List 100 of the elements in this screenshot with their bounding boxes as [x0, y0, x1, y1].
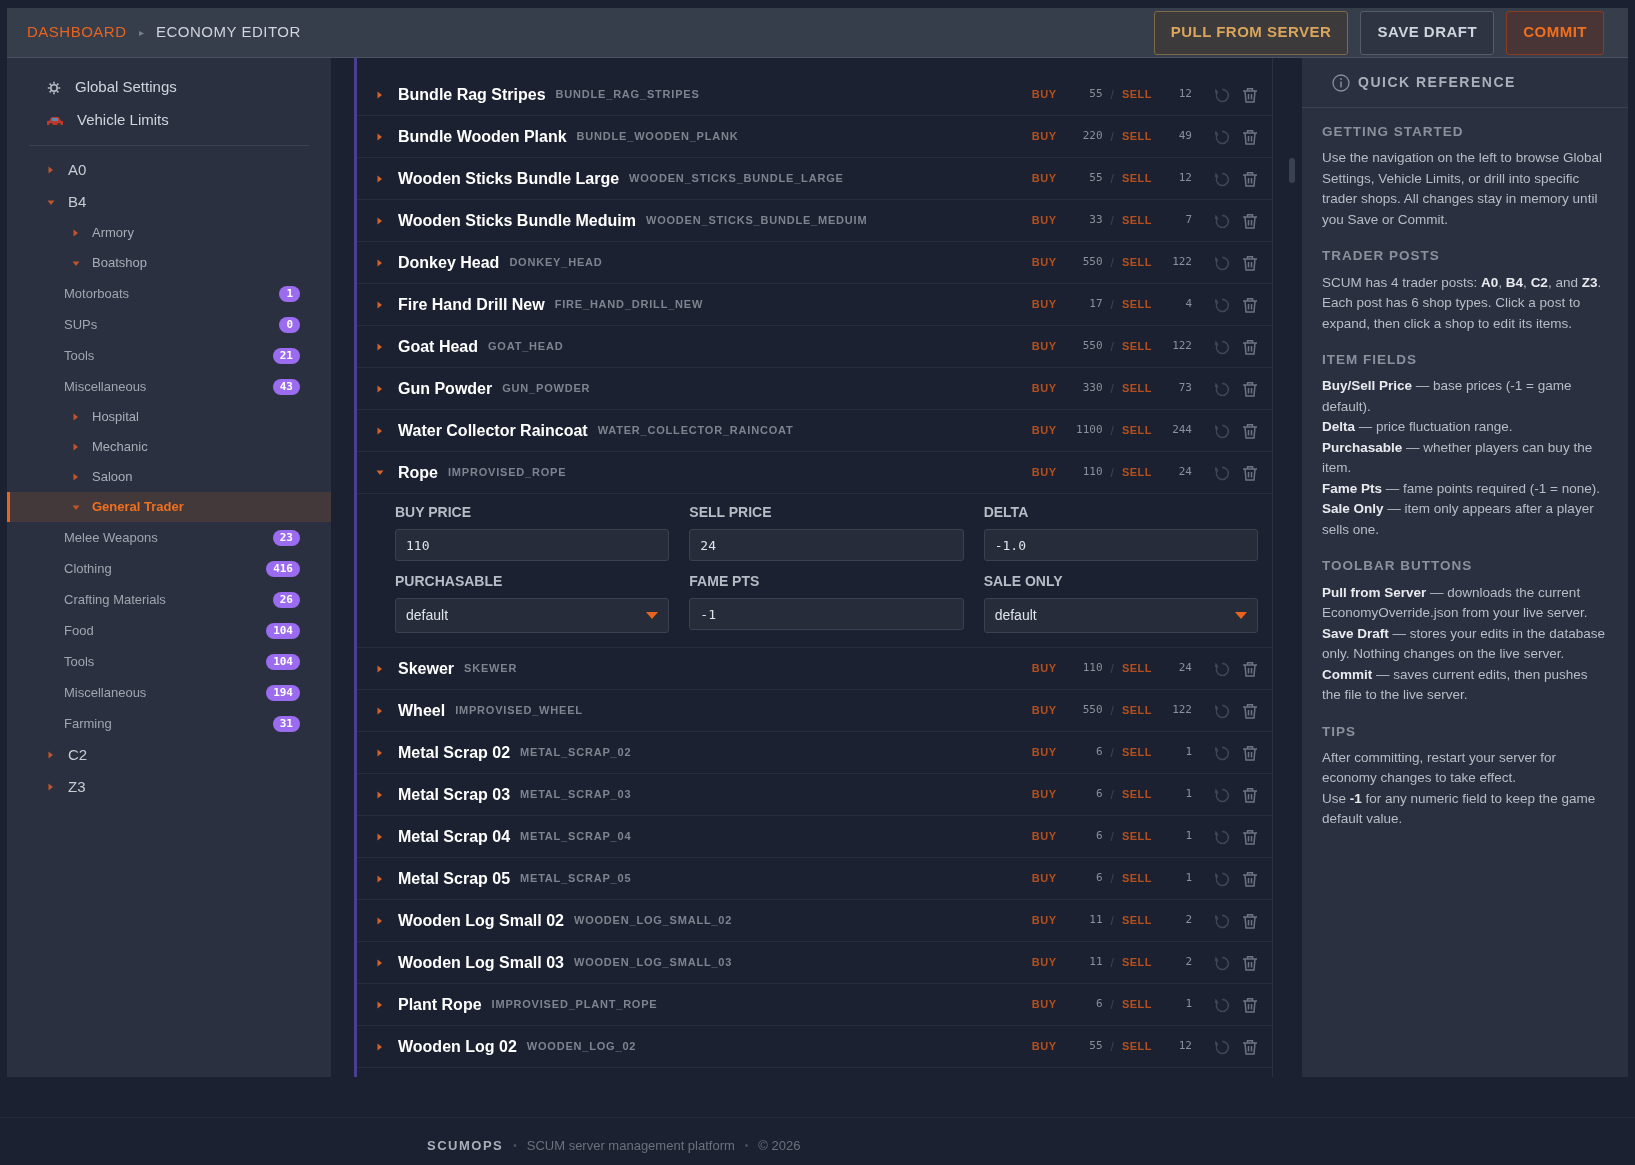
reset-button[interactable] — [1214, 422, 1230, 439]
reset-button[interactable] — [1214, 744, 1230, 761]
item-name: Metal Scrap 03 — [398, 784, 511, 805]
input-field[interactable]: 24 — [689, 529, 964, 561]
trader-post[interactable]: C2 — [7, 739, 331, 771]
pull-button[interactable]: PULL FROM SERVER — [1153, 10, 1349, 55]
input-field[interactable]: 110 — [395, 529, 670, 561]
reset-button[interactable] — [1214, 954, 1230, 971]
category-item[interactable]: Motorboats 1 — [7, 278, 331, 309]
delete-button[interactable] — [1242, 338, 1258, 355]
delete-button[interactable] — [1242, 380, 1258, 397]
delete-button[interactable] — [1242, 1038, 1258, 1055]
item-row[interactable]: Wooden Sticks Bundle Large WOODEN_STICKS_BUNDLE_LARGE BUY 55 / SELL 12 — [357, 158, 1272, 200]
reset-button[interactable] — [1214, 464, 1230, 481]
delete-button[interactable] — [1242, 254, 1258, 271]
item-row[interactable]: Bundle Rag Stripes BUNDLE_RAG_STRIPES BUY 55 / SELL 12 — [357, 74, 1272, 116]
reset-button[interactable] — [1214, 254, 1230, 271]
item-row[interactable]: Metal Scrap 05 METAL_SCRAP_05 BUY 6 / SELL 1 — [357, 858, 1272, 900]
delete-button[interactable] — [1242, 828, 1258, 845]
delete-button[interactable] — [1242, 870, 1258, 887]
shop-item[interactable]: Saloon — [7, 462, 331, 492]
item-row[interactable]: Donkey Head DONKEY_HEAD BUY 550 / SELL 122 — [357, 242, 1272, 284]
reset-button[interactable] — [1214, 786, 1230, 803]
reset-button[interactable] — [1214, 912, 1230, 929]
reset-button[interactable] — [1214, 380, 1230, 397]
scrollbar-thumb[interactable] — [1289, 158, 1295, 183]
shop-item[interactable]: Mechanic — [7, 432, 331, 462]
item-row[interactable]: Rope IMPROVISED_ROPE BUY 110 / SELL 24 — [357, 452, 1272, 494]
category-item[interactable]: Food 104 — [7, 615, 331, 646]
reset-button[interactable] — [1214, 996, 1230, 1013]
category-item[interactable]: Tools 104 — [7, 646, 331, 677]
category-item[interactable]: Crafting Materials 26 — [7, 584, 331, 615]
nav-item[interactable]: Global Settings — [7, 71, 331, 104]
delete-button[interactable] — [1242, 464, 1258, 481]
reset-button[interactable] — [1214, 296, 1230, 313]
item-row[interactable]: Metal Scrap 02 METAL_SCRAP_02 BUY 6 / SELL 1 — [357, 732, 1272, 774]
category-item[interactable]: Melee Weapons 23 — [7, 522, 331, 553]
reset-button[interactable] — [1214, 828, 1230, 845]
reset-button[interactable] — [1214, 660, 1230, 677]
item-row[interactable]: Water Collector Raincoat WATER_COLLECTOR_RAINCOAT BUY 1100 / SELL 244 — [357, 410, 1272, 452]
delete-button[interactable] — [1242, 744, 1258, 761]
reset-button[interactable] — [1214, 338, 1230, 355]
delete-button[interactable] — [1242, 660, 1258, 677]
delete-button[interactable] — [1242, 296, 1258, 313]
reset-icon — [1214, 912, 1230, 929]
save-button[interactable]: SAVE DRAFT — [1360, 10, 1495, 55]
dropdown[interactable]: default — [395, 598, 670, 633]
commit-button[interactable]: COMMIT — [1506, 10, 1604, 55]
delete-button[interactable] — [1242, 128, 1258, 145]
category-item[interactable]: SUPs 0 — [7, 309, 331, 340]
shop-item[interactable]: Boatshop — [7, 248, 331, 278]
item-name: Wooden Log 02 — [398, 1036, 517, 1057]
shop-item[interactable]: General Trader — [7, 492, 331, 522]
category-label: Miscellaneous — [64, 683, 147, 702]
dropdown[interactable]: default — [983, 598, 1258, 633]
shop-item[interactable]: Armory — [7, 218, 331, 248]
item-row[interactable]: Skewer SKEWER BUY 110 / SELL 24 — [357, 648, 1272, 690]
category-item[interactable]: Farming 31 — [7, 708, 331, 739]
reset-button[interactable] — [1214, 212, 1230, 229]
item-row[interactable]: Goat Head GOAT_HEAD BUY 550 / SELL 122 — [357, 326, 1272, 368]
delete-button[interactable] — [1242, 86, 1258, 103]
item-row[interactable]: Fire Hand Drill New FIRE_HAND_DRILL_NEW BUY 17 / SELL 4 — [357, 284, 1272, 326]
reset-button[interactable] — [1214, 1038, 1230, 1055]
item-row[interactable]: Wooden Sticks Bundle Meduim WOODEN_STICKS_BUNDLE_MEDUIM BUY 33 / SELL 7 — [357, 200, 1272, 242]
category-item[interactable]: Miscellaneous 194 — [7, 677, 331, 708]
item-row[interactable]: Wooden Log 02 WOODEN_LOG_02 BUY 55 / SELL 12 — [357, 1026, 1272, 1068]
item-row[interactable]: Metal Scrap 04 METAL_SCRAP_04 BUY 6 / SELL 1 — [357, 816, 1272, 858]
category-item[interactable]: Tools 21 — [7, 340, 331, 371]
delete-button[interactable] — [1242, 954, 1258, 971]
item-row[interactable]: Metal Scrap 03 METAL_SCRAP_03 BUY 6 / SELL 1 — [357, 774, 1272, 816]
item-row[interactable]: Plant Rope IMPROVISED_PLANT_ROPE BUY 6 / SELL 1 — [357, 984, 1272, 1026]
category-label: Melee Weapons — [64, 528, 158, 547]
trader-post[interactable]: Z3 — [7, 771, 331, 803]
reset-button[interactable] — [1214, 702, 1230, 719]
reset-button[interactable] — [1214, 128, 1230, 145]
delete-button[interactable] — [1242, 702, 1258, 719]
delete-button[interactable] — [1242, 422, 1258, 439]
reset-button[interactable] — [1214, 170, 1230, 187]
reset-button[interactable] — [1214, 870, 1230, 887]
delete-button[interactable] — [1242, 912, 1258, 929]
delete-button[interactable] — [1242, 170, 1258, 187]
category-item[interactable]: Clothing 416 — [7, 553, 331, 584]
input-field[interactable]: -1.0 — [983, 529, 1258, 561]
trader-post[interactable]: A0 — [7, 154, 331, 186]
shop-item[interactable]: Hospital — [7, 402, 331, 432]
delete-button[interactable] — [1242, 996, 1258, 1013]
price-divider: / — [1110, 1038, 1114, 1056]
delete-button[interactable] — [1242, 786, 1258, 803]
input-field[interactable]: -1 — [689, 598, 964, 630]
item-row[interactable]: Wooden Log Small 03 WOODEN_LOG_SMALL_03 BUY 11 / SELL 2 — [357, 942, 1272, 984]
item-row[interactable]: Bundle Wooden Plank BUNDLE_WOODEN_PLANK BUY 220 / SELL 49 — [357, 116, 1272, 158]
trader-post[interactable]: B4 — [7, 186, 331, 218]
reset-button[interactable] — [1214, 86, 1230, 103]
caret-down-icon — [72, 503, 80, 511]
delete-button[interactable] — [1242, 212, 1258, 229]
item-row[interactable]: Wooden Log Small 02 WOODEN_LOG_SMALL_02 BUY 11 / SELL 2 — [357, 900, 1272, 942]
category-item[interactable]: Miscellaneous 43 — [7, 371, 331, 402]
item-row[interactable]: Wheel IMPROVISED_WHEEL BUY 550 / SELL 122 — [357, 690, 1272, 732]
item-row[interactable]: Gun Powder GUN_POWDER BUY 330 / SELL 73 — [357, 368, 1272, 410]
nav-item[interactable]: Vehicle Limits — [7, 104, 331, 137]
